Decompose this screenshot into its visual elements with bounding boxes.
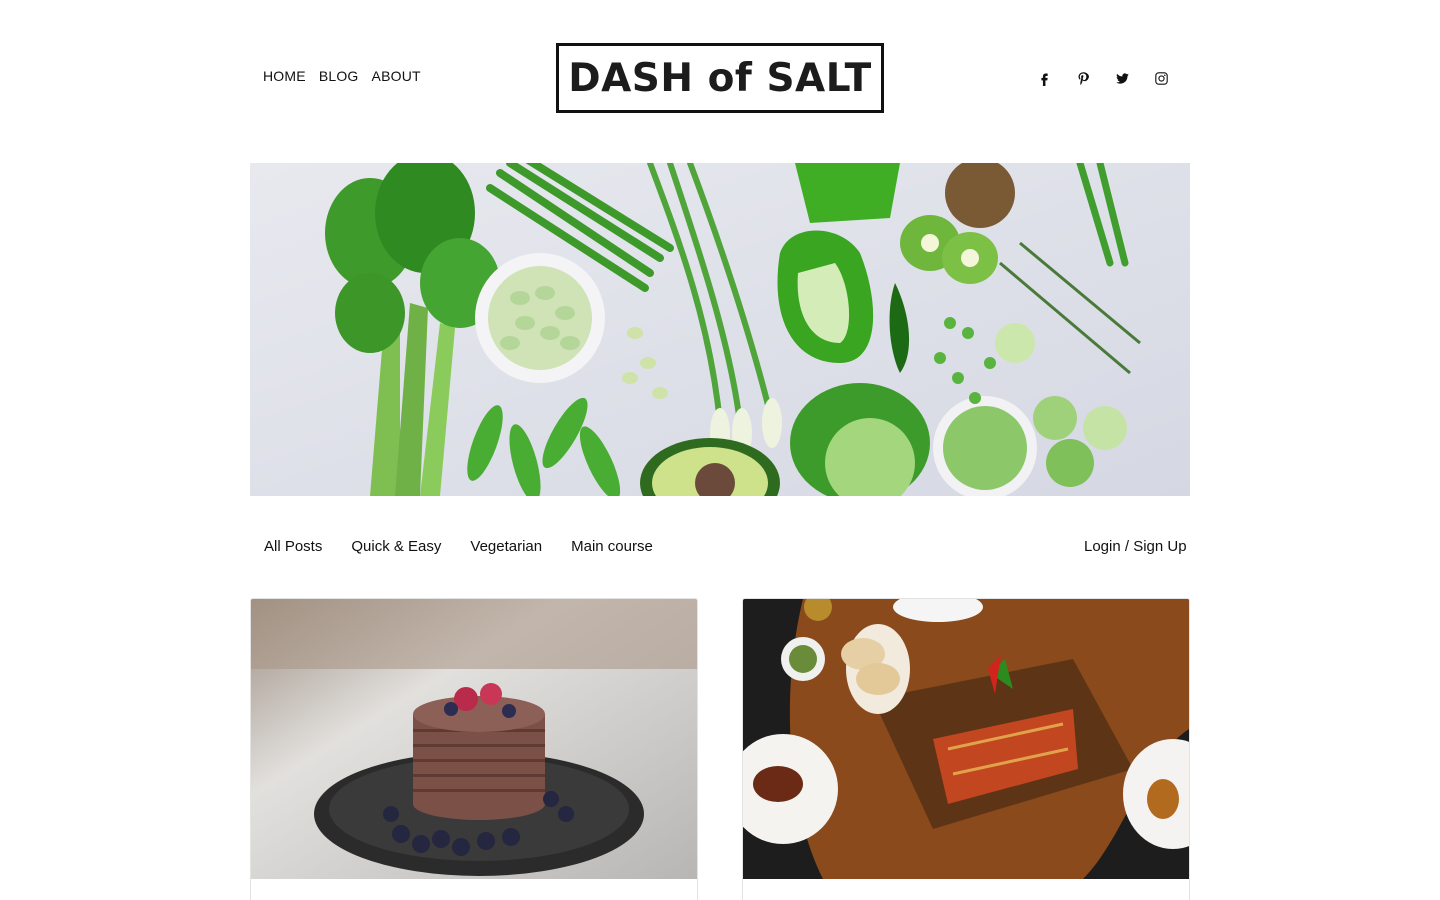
nav-about-link[interactable]: ABOUT bbox=[372, 68, 421, 84]
category-all-posts[interactable]: All Posts bbox=[264, 538, 322, 555]
facebook-icon[interactable] bbox=[1034, 68, 1054, 88]
category-quick-easy[interactable]: Quick & Easy bbox=[351, 538, 441, 555]
post-image[interactable] bbox=[743, 599, 1189, 879]
post-card[interactable] bbox=[250, 598, 698, 900]
login-signup-link[interactable]: Login / Sign Up bbox=[1084, 538, 1187, 555]
hero-image bbox=[250, 163, 1190, 496]
pinterest-icon[interactable] bbox=[1073, 68, 1093, 88]
nav-home-link[interactable]: HOME bbox=[263, 68, 306, 84]
category-vegetarian[interactable]: Vegetarian bbox=[470, 538, 542, 555]
social-links bbox=[1034, 68, 1171, 88]
category-bar: All Posts Quick & Easy Vegetarian Main c… bbox=[264, 538, 653, 555]
post-image[interactable] bbox=[251, 599, 697, 879]
site-logo[interactable]: DASH of SALT bbox=[556, 43, 884, 113]
category-main-course[interactable]: Main course bbox=[571, 538, 653, 555]
nav-blog-link[interactable]: BLOG bbox=[319, 68, 359, 84]
top-nav: HOME BLOG ABOUT bbox=[263, 68, 421, 84]
instagram-icon[interactable] bbox=[1151, 68, 1171, 88]
post-card[interactable] bbox=[742, 598, 1190, 900]
twitter-icon[interactable] bbox=[1112, 68, 1132, 88]
page: HOME BLOG ABOUT DASH of SALT All Posts Q… bbox=[0, 0, 1440, 900]
